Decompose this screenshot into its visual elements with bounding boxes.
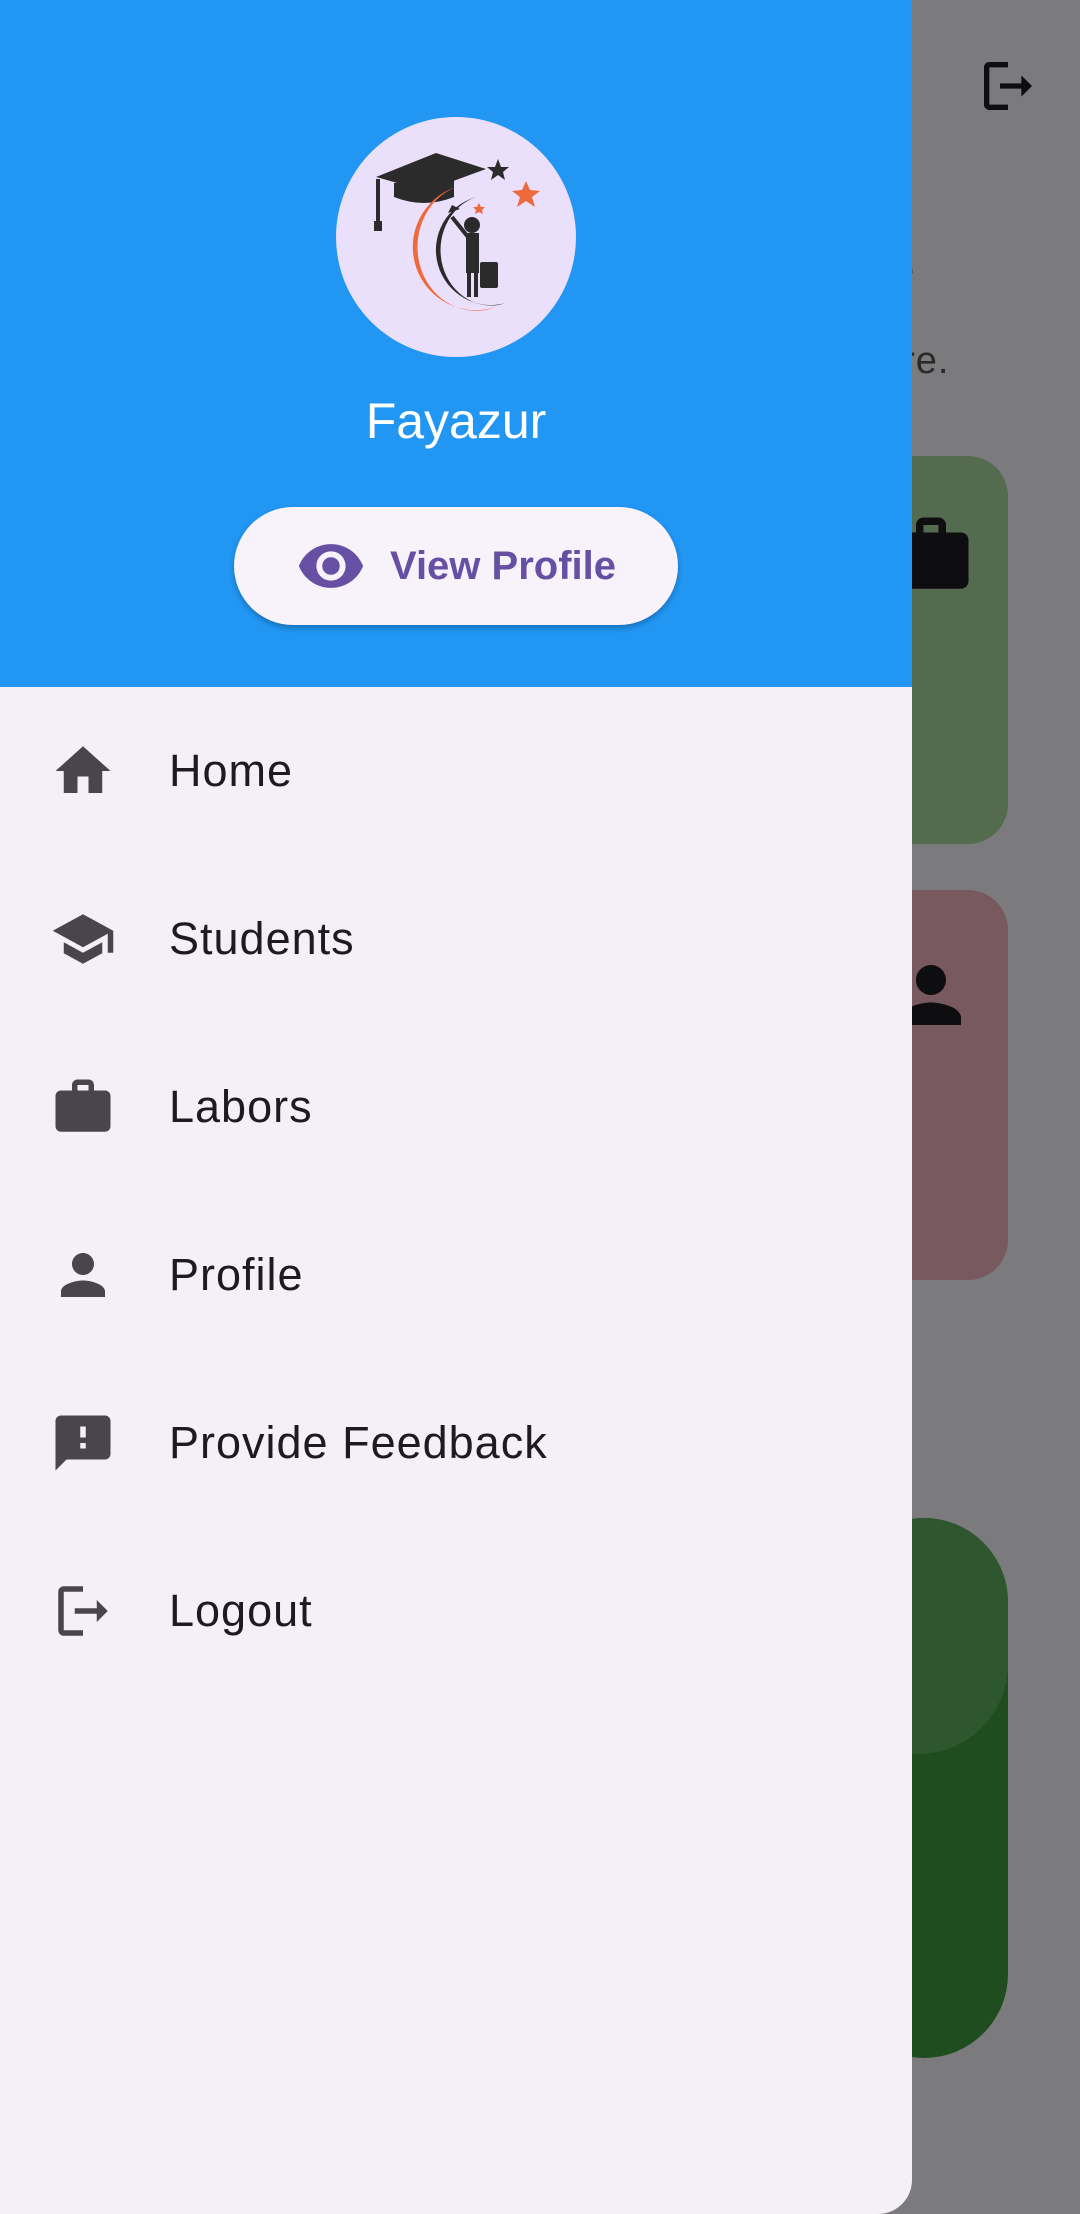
menu-item-logout[interactable]: Logout bbox=[0, 1527, 912, 1695]
menu-item-label: Labors bbox=[169, 1081, 313, 1132]
logout-icon bbox=[58, 1586, 108, 1636]
feedback-icon bbox=[55, 1415, 111, 1471]
menu-item-label: Provide Feedback bbox=[169, 1417, 548, 1468]
drawer-menu: Home Students Labors Profile Provide Fee… bbox=[0, 687, 912, 1695]
home-icon bbox=[55, 746, 111, 793]
menu-item-label: Profile bbox=[169, 1249, 304, 1300]
menu-item-label: Logout bbox=[169, 1585, 313, 1636]
user-name: Fayazur bbox=[365, 393, 547, 449]
menu-item-profile[interactable]: Profile bbox=[0, 1191, 912, 1359]
school-icon bbox=[52, 914, 114, 964]
view-profile-button[interactable]: View Profile bbox=[234, 507, 678, 625]
briefcase-icon bbox=[55, 1079, 111, 1132]
menu-item-feedback[interactable]: Provide Feedback bbox=[0, 1359, 912, 1527]
logo-icon bbox=[374, 153, 540, 311]
view-profile-label: View Profile bbox=[389, 543, 616, 588]
drawer-header: Fayazur View Profile bbox=[0, 0, 912, 687]
menu-item-label: Students bbox=[169, 913, 355, 964]
navigation-drawer: Fayazur View Profile Home Students Labor… bbox=[0, 0, 912, 2214]
menu-item-label: Home bbox=[169, 745, 294, 796]
eye-icon bbox=[298, 544, 364, 588]
person-icon bbox=[61, 1253, 105, 1297]
avatar bbox=[336, 117, 576, 357]
menu-item-labors[interactable]: Labors bbox=[0, 1023, 912, 1191]
menu-item-home[interactable]: Home bbox=[0, 687, 912, 855]
menu-item-students[interactable]: Students bbox=[0, 855, 912, 1023]
